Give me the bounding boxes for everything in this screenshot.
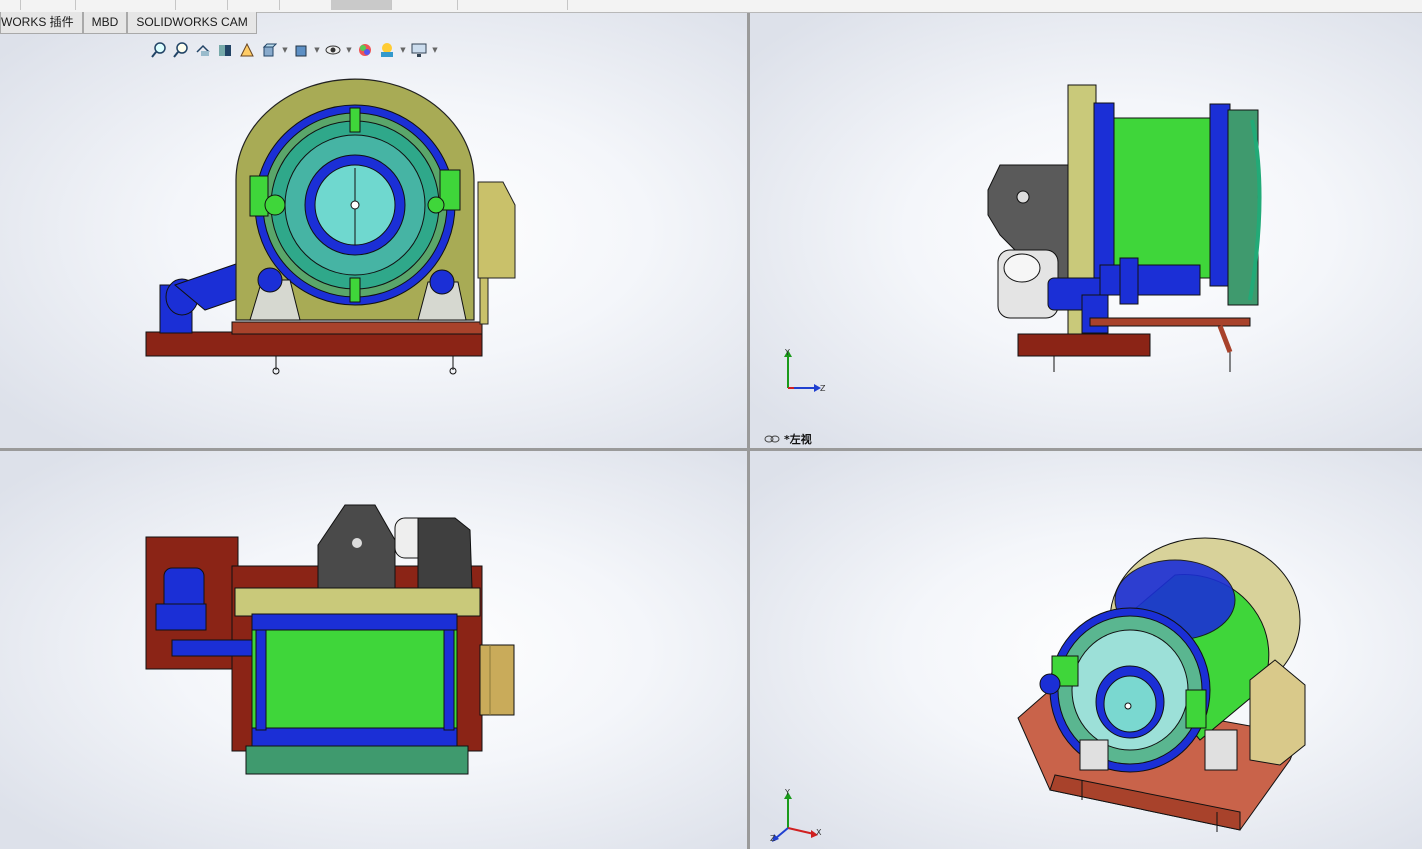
zoom-to-fit-icon[interactable] xyxy=(150,41,168,59)
chevron-down-icon[interactable]: ▼ xyxy=(346,46,352,54)
edit-appearance-icon[interactable] xyxy=(356,41,374,59)
view-name-text: *左视 xyxy=(784,433,812,446)
tab-mbd[interactable]: MBD xyxy=(82,12,128,34)
view-name-label: *左视 xyxy=(764,431,812,447)
dynamic-annotation-icon[interactable] xyxy=(238,41,256,59)
viewport-isometric[interactable] xyxy=(750,451,1422,849)
toolbar-segment[interactable] xyxy=(0,0,21,10)
toolbar-segment[interactable] xyxy=(279,0,332,10)
link-view-icon[interactable] xyxy=(764,435,780,443)
model-isometric-view xyxy=(1017,537,1306,832)
display-style-icon[interactable] xyxy=(292,41,310,59)
section-view-icon[interactable] xyxy=(216,41,234,59)
toolbar-segment[interactable] xyxy=(391,0,458,10)
triad-iso-z-label: Z xyxy=(770,834,776,843)
heads-up-view-toolbar: ▼ ▼ ▼ ▼ ▼ xyxy=(150,40,438,60)
chevron-down-icon[interactable]: ▼ xyxy=(314,46,320,54)
apply-scene-icon[interactable] xyxy=(378,41,396,59)
chevron-down-icon[interactable]: ▼ xyxy=(432,46,438,54)
previous-view-icon[interactable] xyxy=(194,41,212,59)
toolbar-segment[interactable] xyxy=(175,0,228,10)
chevron-down-icon[interactable]: ▼ xyxy=(400,46,406,54)
viewport-left[interactable] xyxy=(750,13,1422,448)
toolbar-segment[interactable] xyxy=(75,0,176,10)
view-orientation-icon[interactable] xyxy=(260,41,278,59)
triad-z-label: Z xyxy=(820,384,826,393)
hide-show-items-icon[interactable] xyxy=(324,41,342,59)
viewport-front[interactable] xyxy=(0,13,747,448)
chevron-down-icon[interactable]: ▼ xyxy=(282,46,288,54)
coordinate-triad: Y Z xyxy=(780,348,830,400)
command-manager-tabs: WORKS 插件 MBD SOLIDWORKS CAM xyxy=(0,12,257,34)
zoom-area-icon[interactable] xyxy=(172,41,190,59)
model-front-view xyxy=(145,78,516,375)
triad-y-label: Y xyxy=(785,348,790,357)
model-left-view xyxy=(987,84,1262,372)
toolbar-segment[interactable] xyxy=(457,0,568,10)
tab-solidworks-addins[interactable]: WORKS 插件 xyxy=(0,12,83,34)
toolbar-segment-active[interactable] xyxy=(331,0,392,10)
toolbar-segment[interactable] xyxy=(20,0,76,10)
viewport-top[interactable] xyxy=(0,451,747,849)
viewport-splitter-vertical[interactable] xyxy=(747,13,750,849)
coordinate-triad-iso: Y X Z xyxy=(770,788,826,848)
model-top-view xyxy=(145,504,515,775)
viewport-splitter-horizontal[interactable] xyxy=(0,448,1422,451)
view-settings-icon[interactable] xyxy=(410,41,428,59)
tab-solidworks-cam[interactable]: SOLIDWORKS CAM xyxy=(127,12,257,34)
triad-iso-y-label: Y xyxy=(785,788,790,797)
toolbar-segment[interactable] xyxy=(227,0,280,10)
triad-iso-x-label: X xyxy=(816,828,822,837)
